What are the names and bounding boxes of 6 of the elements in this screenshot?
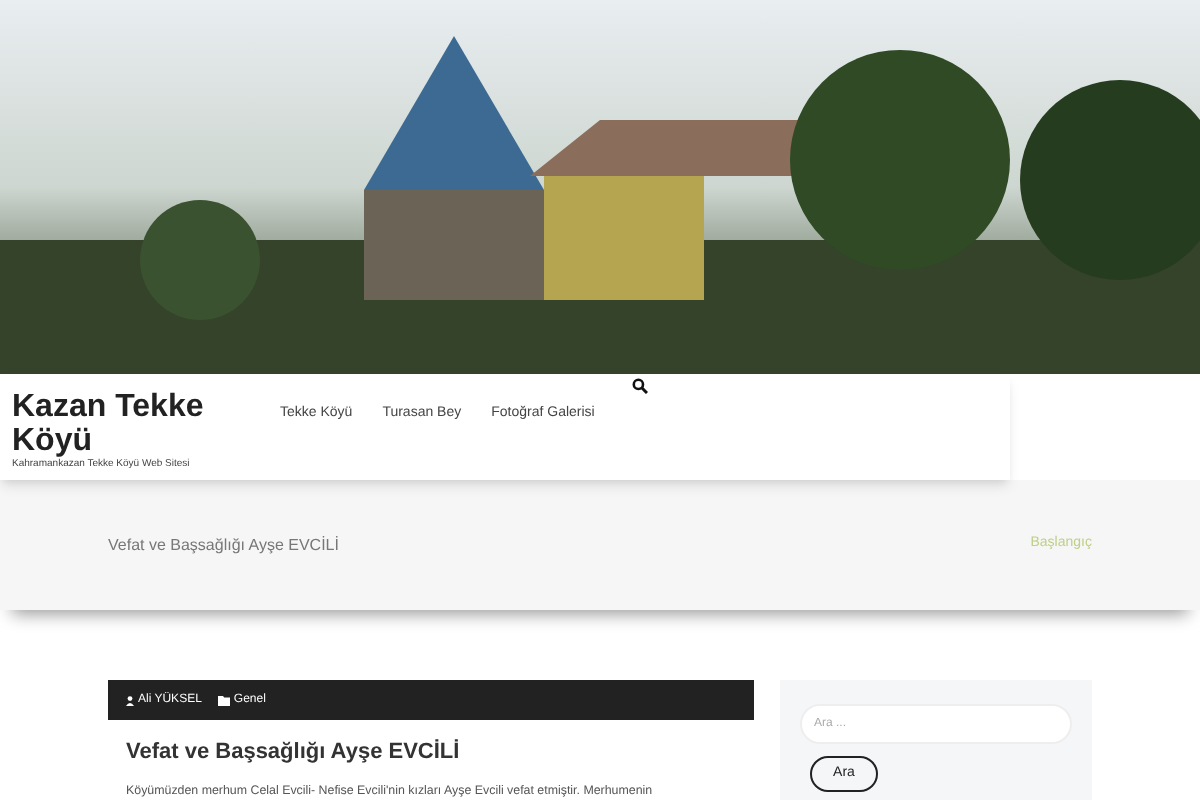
user-icon: [126, 695, 134, 705]
folder-icon: [217, 695, 230, 705]
post-title[interactable]: Vefat ve Başsağlığı Ayşe EVCİLİ: [108, 720, 754, 769]
page-title: Vefat ve Başsağlığı Ayşe EVCİLİ: [108, 533, 339, 557]
search-icon[interactable]: [632, 378, 648, 394]
site-title[interactable]: Kazan Tekke Köyü: [12, 390, 260, 458]
